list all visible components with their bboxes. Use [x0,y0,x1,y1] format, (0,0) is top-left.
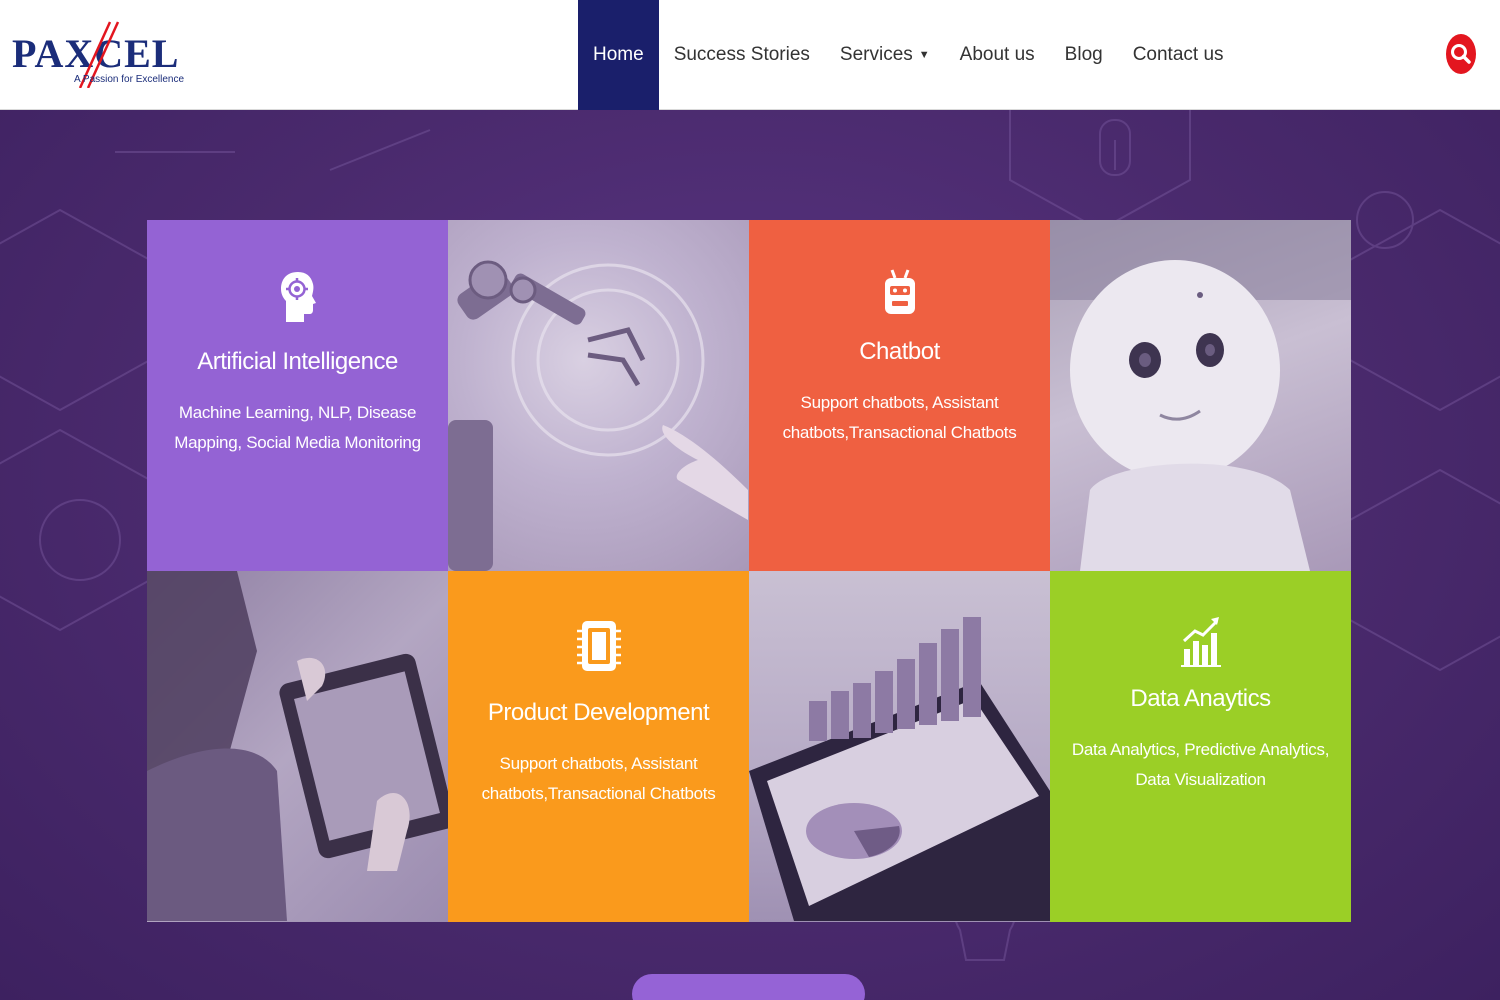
caret-down-icon: ▼ [918,49,930,61]
tile-description: Data Analytics, Predictive Analytics, Da… [1071,740,1330,789]
nav-contact-us-label: Contact us [1132,44,1224,65]
nav-about-us-label: About us [959,44,1035,65]
nav-about-us[interactable]: About us [945,0,1050,110]
humanoid-robot-image [1050,220,1351,571]
tile-description: Support chatbots, Assistant chatbots,Tra… [481,754,716,803]
site-header: PAXCEL A Passion for Excellence Home Suc… [0,0,1500,110]
robot-head-icon [883,264,917,322]
tile-title: Data Anaytics [1130,685,1271,712]
nav-services-label: Services [839,44,913,65]
bar-chart-tablet-image [749,571,1050,922]
bar-chart-icon [1180,613,1221,671]
person-tablet-image [147,571,448,922]
robot-arm-image [448,220,749,571]
main-nav: Home Success Stories Services ▼ About us … [578,0,1239,110]
tile-chatbot[interactable]: Chatbot Support chatbots, Assistant chat… [749,220,1050,571]
search-icon [1451,44,1471,64]
paxcel-logo[interactable]: PAXCEL A Passion for Excellence [12,18,184,90]
chip-icon [576,617,621,675]
logo-tagline: A Passion for Excellence [74,74,185,85]
nav-blog[interactable]: Blog [1050,0,1118,110]
nav-contact-us[interactable]: Contact us [1118,0,1239,110]
services-grid: Artificial Intelligence Machine Learning… [147,220,1351,922]
nav-blog-label: Blog [1064,44,1103,65]
nav-home[interactable]: Home [578,0,659,110]
cta-button[interactable] [632,974,865,1000]
tile-product-development[interactable]: Product Development Support chatbots, As… [448,571,749,922]
brain-gear-icon [280,268,316,326]
tile-description: Support chatbots, Assistant chatbots,Tra… [782,393,1017,442]
nav-success-stories-label: Success Stories [673,44,810,65]
nav-services[interactable]: Services ▼ [825,0,945,110]
tile-title: Product Development [487,699,710,726]
nav-success-stories[interactable]: Success Stories [659,0,825,110]
tile-description: Machine Learning, NLP, Disease Mapping, … [174,403,421,452]
tile-title: Chatbot [859,338,940,365]
nav-home-label: Home [593,44,644,65]
tile-artificial-intelligence[interactable]: Artificial Intelligence Machine Learning… [147,220,448,571]
tile-title: Artificial Intelligence [197,348,398,375]
search-button[interactable] [1446,34,1476,74]
tile-data-analytics[interactable]: Data Anaytics Data Analytics, Predictive… [1050,571,1351,922]
